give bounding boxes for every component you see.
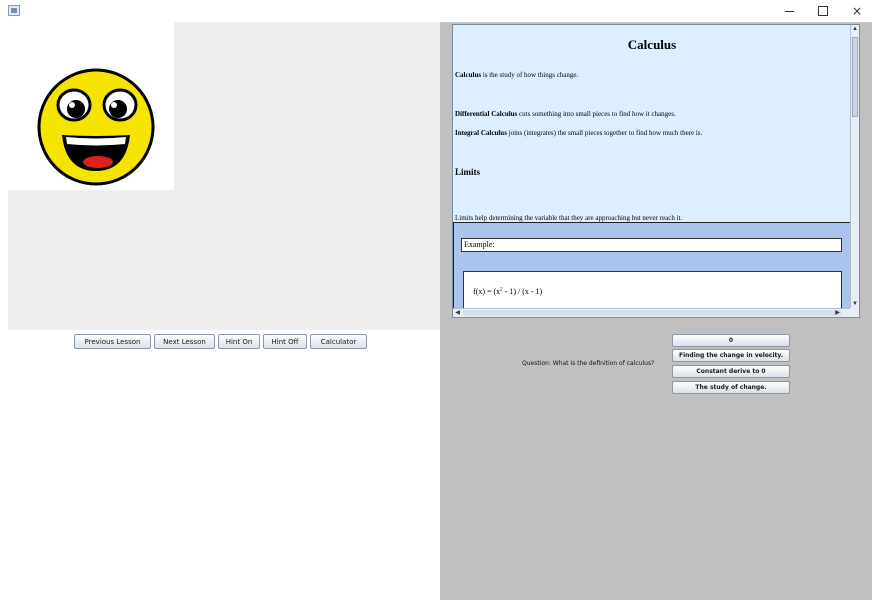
scroll-left-icon[interactable]: ◀ [453, 309, 462, 317]
formula: f(x) = (x2 - 1) / (x - 1) [473, 287, 542, 296]
answer-button[interactable]: Finding the change in velocity. [672, 349, 790, 362]
maximize-button[interactable] [806, 0, 840, 22]
integral-paragraph: Integral Calculus joins (integrates) the… [455, 129, 702, 137]
minimize-button[interactable] [772, 0, 806, 22]
close-button[interactable]: × [840, 0, 872, 22]
scroll-right-icon[interactable]: ▶ [833, 309, 842, 317]
hint-on-button[interactable]: Hint On [218, 334, 260, 349]
smiley-face-icon [37, 68, 155, 186]
title-bar: × [0, 0, 872, 22]
intro-paragraph: Calculus is the study of how things chan… [455, 71, 578, 79]
intro-text: is the study of how things change. [481, 71, 579, 79]
limits-heading: Limits [455, 167, 481, 177]
scroll-up-icon[interactable]: ▲ [851, 25, 859, 34]
formula-lhs: f(x) = (x [473, 287, 501, 296]
formula-rhs: - 1) / (x - 1) [502, 287, 543, 296]
formula-box: f(x) = (x2 - 1) / (x - 1) [463, 271, 842, 309]
next-lesson-button[interactable]: Next Lesson [154, 334, 215, 349]
quiz-question: Question: What is the definition of calc… [522, 360, 655, 367]
horizontal-scroll-thumb[interactable] [463, 310, 841, 316]
lesson-scroll-pane[interactable]: Calculus Calculus is the study of how th… [452, 24, 860, 318]
differential-text: cuts something into small pieces to find… [517, 110, 676, 118]
answer-button[interactable]: Constant derive to 0 [672, 365, 790, 378]
lesson-document: Calculus Calculus is the study of how th… [453, 25, 851, 309]
limits-paragraph: Limits help determining the variable tha… [455, 214, 683, 222]
calculator-button[interactable]: Calculator [310, 334, 367, 349]
integral-text: joins (integrates) the small pieces toge… [506, 129, 703, 137]
example-label: Example: [461, 238, 842, 252]
avatar-panel [8, 22, 174, 190]
answer-button[interactable]: 0 [672, 334, 790, 347]
example-panel: Example: f(x) = (x2 - 1) / (x - 1) [453, 222, 851, 309]
lesson-title: Calculus [627, 37, 677, 52]
lesson-button-bar: Previous Lesson Next Lesson Hint On Hint… [0, 334, 440, 350]
vertical-scrollbar[interactable]: ▲ ▼ [850, 25, 859, 309]
differential-paragraph: Differential Calculus cuts something int… [455, 110, 676, 118]
vertical-scroll-thumb[interactable] [852, 37, 858, 117]
java-app-icon [8, 5, 20, 16]
scroll-corner [850, 308, 859, 317]
intro-term: Calculus [455, 71, 482, 79]
integral-term: Integral Calculus [455, 129, 507, 137]
hint-off-button[interactable]: Hint Off [263, 334, 307, 349]
answer-button[interactable]: The study of change. [672, 381, 790, 394]
differential-term: Differential Calculus [455, 110, 518, 118]
previous-lesson-button[interactable]: Previous Lesson [74, 334, 151, 349]
horizontal-scrollbar[interactable]: ◀ ▶ [453, 308, 851, 317]
